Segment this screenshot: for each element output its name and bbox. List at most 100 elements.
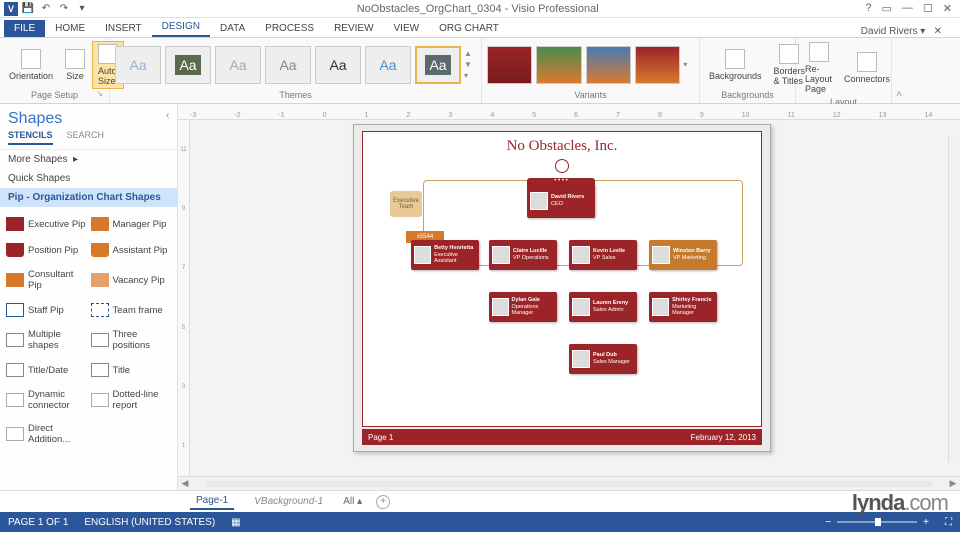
qat-redo-icon[interactable]: ↷ <box>56 2 72 16</box>
shapes-collapse-icon[interactable]: ‹ <box>166 110 169 121</box>
scrollbar-vertical[interactable] <box>948 136 960 462</box>
more-shapes[interactable]: More Shapes ▸ <box>0 150 177 169</box>
qat-undo-icon[interactable]: ↶ <box>38 2 54 16</box>
shape-master[interactable]: Staff Pip <box>4 297 89 323</box>
shape-master-icon <box>91 363 109 377</box>
shape-master-icon <box>91 243 109 257</box>
photo-placeholder <box>572 298 590 316</box>
shape-master-icon <box>6 243 24 257</box>
ruler-horizontal: -3-2-101234567891011121314 <box>178 104 960 120</box>
photo-placeholder <box>414 246 431 264</box>
tab-review[interactable]: REVIEW <box>324 20 383 37</box>
drawing-canvas-area: -3-2-101234567891011121314 1197531 No Ob… <box>178 104 960 490</box>
ribbon-display-icon[interactable]: ▭ <box>882 2 892 15</box>
shape-master[interactable]: Vacancy Pip <box>89 263 174 297</box>
node-manager[interactable]: Dylan GaleOperations Manager <box>489 292 557 322</box>
shape-master[interactable]: Assistant Pip <box>89 237 174 263</box>
page-tab-1[interactable]: Page-1 <box>190 493 234 510</box>
status-page[interactable]: PAGE 1 OF 1 <box>8 517 68 528</box>
shape-master[interactable]: Title <box>89 357 174 383</box>
page-setup-dialog-icon[interactable]: ↘ <box>96 89 103 98</box>
shape-master[interactable]: Title/Date <box>4 357 89 383</box>
backgrounds-button[interactable]: Backgrounds <box>704 47 767 83</box>
shape-master[interactable]: Three positions <box>89 323 174 357</box>
theme-item[interactable]: Aa <box>365 46 411 84</box>
group-variants: Variants <box>486 89 695 101</box>
close-icon[interactable]: ✕ <box>943 2 952 15</box>
theme-item[interactable]: Aa <box>115 46 161 84</box>
tab-orgchart[interactable]: ORG CHART <box>429 20 509 37</box>
add-page-icon[interactable]: + <box>376 495 390 509</box>
node-vp[interactable]: Claire LucilleVP Operations <box>489 240 557 270</box>
collapse-ribbon-icon[interactable]: ˄ <box>892 38 906 103</box>
tab-home[interactable]: HOME <box>45 20 95 37</box>
page-tab-vbackground[interactable]: VBackground-1 <box>248 494 329 509</box>
photo-placeholder <box>572 350 590 368</box>
theme-item[interactable]: Aa <box>315 46 361 84</box>
shape-master[interactable]: Executive Pip <box>4 211 89 237</box>
shape-master[interactable]: Dynamic connector <box>4 383 89 417</box>
tab-design[interactable]: DESIGN <box>152 18 210 37</box>
shape-master[interactable]: Manager Pip <box>89 211 174 237</box>
tab-process[interactable]: PROCESS <box>255 20 324 37</box>
tab-view[interactable]: VIEW <box>384 20 430 37</box>
shape-master[interactable]: Team frame <box>89 297 174 323</box>
node-assistant[interactable]: Betty HenriettaExecutive Assistant <box>411 240 479 270</box>
group-page-setup: Page Setup <box>31 90 78 100</box>
macro-record-icon[interactable]: ▦ <box>231 517 240 528</box>
page-tab-all[interactable]: All ▴ <box>343 496 362 507</box>
theme-item[interactable]: Aa <box>215 46 261 84</box>
shape-master-label: Vacancy Pip <box>113 275 165 286</box>
shapes-tab-search[interactable]: SEARCH <box>67 130 105 145</box>
theme-gallery-down-icon[interactable]: ▼ <box>464 60 476 69</box>
node-staff[interactable]: Paul DubSales Manager <box>569 344 637 374</box>
theme-item[interactable]: Aa <box>265 46 311 84</box>
node-manager[interactable]: Lauren ErenySales Admin <box>569 292 637 322</box>
variant-item[interactable] <box>635 46 680 84</box>
node-ceo[interactable]: David RiversCEO <box>527 184 595 218</box>
stencil-current[interactable]: Pip - Organization Chart Shapes <box>0 188 177 207</box>
variant-item[interactable] <box>536 46 581 84</box>
theme-item[interactable]: Aa <box>165 46 211 84</box>
tab-insert[interactable]: INSERT <box>95 20 152 37</box>
node-manager[interactable]: Shirley FrancisMarketing Manager <box>649 292 717 322</box>
photo-placeholder <box>572 246 590 264</box>
variant-item[interactable] <box>487 46 532 84</box>
ribbon: Orientation Size Auto Size Page Setup↘ A… <box>0 38 960 104</box>
relayout-button[interactable]: Re-Layout Page <box>800 40 837 96</box>
fit-page-icon[interactable]: ⛶ <box>945 517 952 528</box>
shape-master[interactable]: Direct Addition... <box>4 417 89 451</box>
size-button[interactable]: Size <box>60 47 90 83</box>
tab-data[interactable]: DATA <box>210 20 255 37</box>
qat-save-icon[interactable]: 💾 <box>20 2 36 16</box>
theme-item-selected[interactable]: Aa <box>415 46 461 84</box>
signed-in-user[interactable]: David Rivers ▾ ✕ <box>861 26 960 37</box>
status-language[interactable]: ENGLISH (UNITED STATES) <box>84 517 215 528</box>
node-vp[interactable]: Winston BarryVP Marketing <box>649 240 717 270</box>
shape-master[interactable]: Multiple shapes <box>4 323 89 357</box>
zoom-slider[interactable]: −+ <box>825 517 929 528</box>
shapes-tab-stencils[interactable]: STENCILS <box>8 130 53 145</box>
qat-customize-icon[interactable]: ▾ <box>74 2 90 16</box>
photo-placeholder <box>652 246 670 264</box>
variant-gallery-more-icon[interactable]: ▾ <box>683 60 687 69</box>
tab-file[interactable]: FILE <box>4 20 45 37</box>
page-footer: Page 1 February 12, 2013 <box>362 429 762 445</box>
minimize-icon[interactable]: — <box>902 2 913 15</box>
shape-master[interactable]: Dotted-line report <box>89 383 174 417</box>
shape-master[interactable]: Position Pip <box>4 237 89 263</box>
maximize-icon[interactable]: ☐ <box>923 2 933 15</box>
theme-gallery-up-icon[interactable]: ▲ <box>464 49 476 58</box>
connectors-button[interactable]: Connectors <box>839 50 895 86</box>
shape-master-icon <box>6 217 24 231</box>
theme-gallery-more-icon[interactable]: ▾ <box>464 71 476 80</box>
chart-title: No Obstacles, Inc. <box>363 132 761 157</box>
scrollbar-horizontal[interactable]: ◀▶ <box>178 476 960 490</box>
node-vp[interactable]: Kevin LeslieVP Sales <box>569 240 637 270</box>
orientation-button[interactable]: Orientation <box>4 47 58 83</box>
shape-master[interactable]: Consultant Pip <box>4 263 89 297</box>
drawing-page[interactable]: No Obstacles, Inc. Executive Team x5544 … <box>353 124 771 452</box>
quick-shapes[interactable]: Quick Shapes <box>0 169 177 188</box>
variant-item[interactable] <box>586 46 631 84</box>
help-icon[interactable]: ? <box>865 2 871 15</box>
